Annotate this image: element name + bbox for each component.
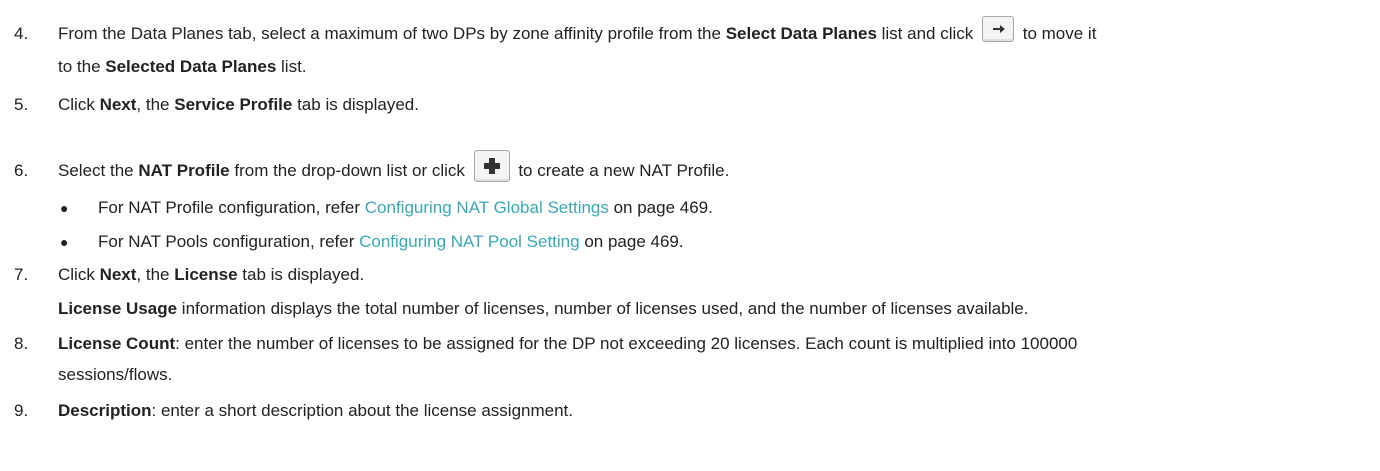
step-number: 6. — [14, 161, 29, 180]
bullet-mark: ● — [60, 234, 69, 250]
step-text-line: Select the NAT Profile from the drop-dow… — [58, 149, 729, 182]
step-text-line: Click Next, the License tab is displayed… — [58, 265, 365, 284]
step-number: 5. — [14, 95, 29, 114]
plus-icon[interactable] — [473, 149, 510, 182]
step-text-line: to the Selected Data Planes list. — [58, 57, 307, 76]
nat-pool-setting-link[interactable]: Configuring NAT Pool Setting — [359, 232, 580, 251]
right-arrow-icon[interactable] — [982, 15, 1014, 42]
step-text-line: From the Data Planes tab, select a maxim… — [58, 15, 1096, 45]
step-text-line: License Count: enter the number of licen… — [58, 334, 1078, 353]
nat-global-settings-link[interactable]: Configuring NAT Global Settings — [365, 198, 609, 217]
bullet-mark: ● — [60, 200, 69, 216]
step-text-line: sessions/flows. — [58, 365, 173, 384]
bullet-text: For NAT Pools configuration, refer Confi… — [98, 232, 684, 251]
step-number: 8. — [14, 334, 29, 353]
step-text-line: Click Next, the Service Profile tab is d… — [58, 95, 419, 114]
step-number: 9. — [14, 401, 29, 420]
step-number: 4. — [14, 24, 29, 43]
step-number: 7. — [14, 265, 29, 284]
step-text-line: Description: enter a short description a… — [58, 401, 573, 420]
document-page: 4. From the Data Planes tab, select a ma… — [0, 0, 1380, 471]
bullet-text: For NAT Profile configuration, refer Con… — [98, 198, 713, 217]
step-subparagraph: License Usage information displays the t… — [58, 299, 1029, 318]
